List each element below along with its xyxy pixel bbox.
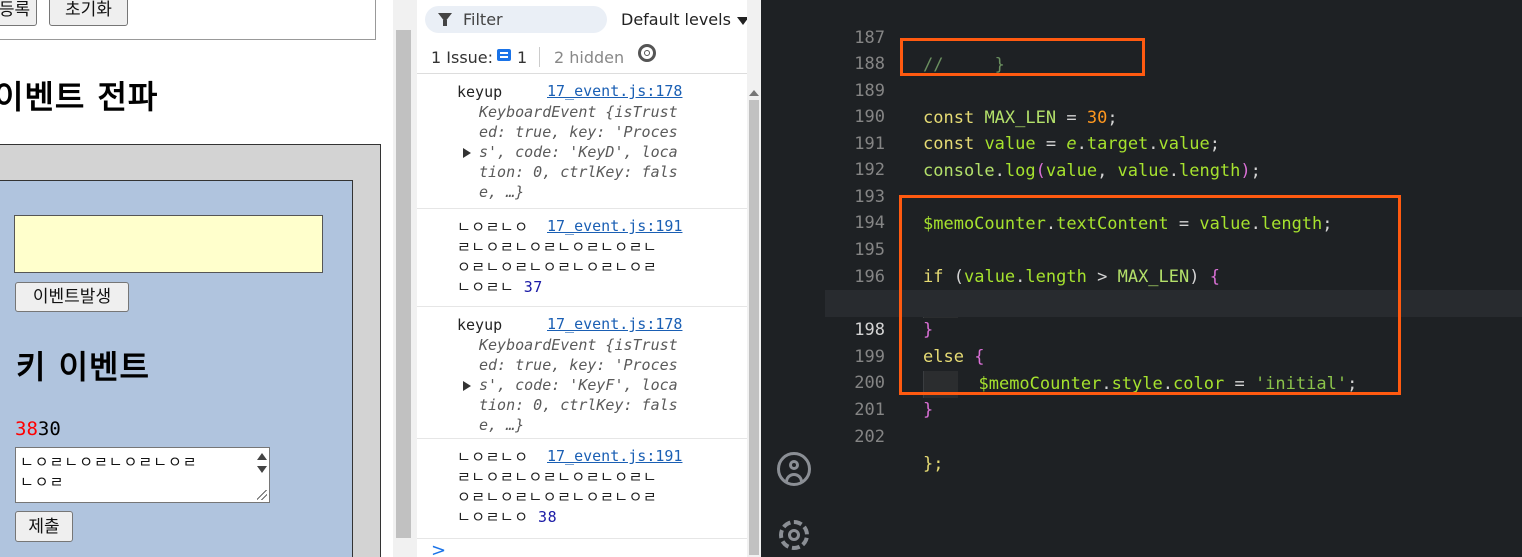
log-levels-label: Default levels (621, 10, 731, 29)
filter-placeholder: Filter (463, 10, 503, 29)
code-line[interactable]: 187 // } (825, 0, 1522, 75)
scroll-up-icon[interactable] (749, 90, 759, 96)
heading-key-event: 키 이벤트 (16, 348, 150, 386)
log-object-line: s', code: 'KeyF', loca (479, 376, 678, 394)
activity-bar (761, 0, 825, 557)
log-source-link[interactable]: 17_event.js:191 (547, 216, 682, 236)
issues-label: 1 Issue: (431, 48, 494, 67)
console-log-entry: ㄴㅇㄹㄴㅇ ㄹㄴㅇㄹㄴㅇㄹㄴㅇㄹㄴㅇㄹㄴ ㅇㄹㄴㅇㄹㄴㅇㄹㄴㅇㄹㄴㅇㄹ ㄴㅇㄹㄴ… (417, 209, 747, 307)
filter-icon (438, 13, 452, 26)
expand-triangle-icon[interactable] (463, 381, 471, 391)
heading-event-propagation: 이벤트 전파 (0, 78, 159, 116)
memo-textarea[interactable]: ㄴㅇㄹㄴㅇㄹㄴㅇㄹㄴㅇㄹ ㄴㅇㄹ (15, 447, 270, 503)
gear-icon[interactable] (638, 44, 656, 62)
log-object-line: tion: 0, ctrlKey: fals (479, 163, 678, 181)
log-object-line: KeyboardEvent {isTrust (479, 103, 678, 121)
code-line[interactable]: 190 const value = e.target.value; (825, 77, 1522, 154)
code-line[interactable]: 202 }; (825, 397, 1522, 474)
scroll-down-icon[interactable] (257, 466, 267, 473)
log-value-line: ㄴㅇㄹㄴ (457, 278, 515, 296)
console-log-entry: keyup 17_event.js:178 KeyboardEvent {isT… (417, 307, 747, 439)
code-line[interactable]: 193 $memoCounter.textContent = value.len… (825, 157, 1522, 234)
log-object-line: ed: true, key: 'Proces (479, 356, 678, 374)
log-source-link[interactable]: 17_event.js:178 (547, 314, 682, 334)
settings-gear-icon[interactable] (779, 520, 809, 550)
console-log-entry: ㄴㅇㄹㄴㅇ ㄹㄴㅇㄹㄴㅇㄹㄴㅇㄹㄴㅇㄹㄴ ㅇㄹㄴㅇㄹㄴㅇㄹㄴㅇㄹㄴㅇㄹ ㄴㅇㄹㄴ… (417, 439, 747, 539)
highlight-box-if-else (899, 195, 1401, 395)
log-value-line: ㄴㅇㄹㄴㅇ (457, 448, 529, 466)
log-event-type: keyup (457, 316, 503, 334)
account-icon[interactable] (777, 452, 811, 486)
code-line[interactable]: 191 console.log(value, value.length); (825, 104, 1522, 181)
devtools-console: Filter Default levels 1 Issue: 1 2 hidde… (417, 0, 747, 557)
memo-counter: 3830 (15, 418, 61, 440)
reset-button[interactable]: 초기화 (49, 0, 128, 26)
log-value-line: ㅇㄹㄴㅇㄹㄴㅇㄹㄴㅇㄹㄴㅇㄹ (457, 258, 658, 276)
browser-page: 등록 초기화 이벤트 전파 이벤트발생 키 이벤트 3830 ㄴㅇㄹㄴㅇㄹㄴㅇㄹ… (0, 0, 393, 557)
expand-triangle-icon[interactable] (463, 148, 471, 158)
resize-grip-icon[interactable] (257, 490, 267, 500)
log-length-value: 37 (523, 278, 543, 296)
console-prompt-icon[interactable]: > (431, 540, 446, 557)
log-object[interactable]: KeyboardEvent {isTrust ed: true, key: 'P… (479, 102, 704, 202)
memo-text: ㄴㅇㄹㄴㅇㄹㄴㅇㄹㄴㅇㄹ ㄴㅇㄹ (20, 453, 198, 491)
log-object-line: tion: 0, ctrlKey: fals (479, 396, 678, 414)
line-code: }; (923, 454, 944, 474)
log-event-type: keyup (457, 83, 503, 101)
trigger-event-button[interactable]: 이벤트발생 (15, 282, 129, 312)
log-object-line: KeyboardEvent {isTrust (479, 336, 678, 354)
page-scrollbar-thumb[interactable] (396, 30, 411, 538)
log-object-line: e, …} (479, 416, 525, 434)
log-object-line: e, …} (479, 183, 525, 201)
submit-button[interactable]: 제출 (15, 511, 73, 542)
divider (539, 47, 540, 67)
log-object-line: ed: true, key: 'Proces (479, 123, 678, 141)
issues-bar: 1 Issue: 1 2 hidden (417, 41, 747, 74)
log-object[interactable]: KeyboardEvent {isTrust ed: true, key: 'P… (479, 335, 704, 435)
log-length-value: 38 (538, 508, 558, 526)
console-scrollbar-thumb[interactable] (749, 100, 759, 555)
log-source-link[interactable]: 17_event.js:178 (547, 81, 682, 101)
log-value-line: ㅇㄹㄴㅇㄹㄴㅇㄹㄴㅇㄹㄴㅇㄹ (457, 488, 658, 506)
memo-counter-max: 30 (37, 418, 61, 440)
code-line[interactable]: 192 (825, 130, 1522, 180)
log-value-line: ㄹㄴㅇㄹㄴㅇㄹㄴㅇㄹㄴㅇㄹㄴ (457, 238, 658, 256)
hidden-count: 2 hidden (554, 48, 625, 67)
log-value-line: ㄴㅇㄹㄴㅇ (457, 508, 529, 526)
chevron-down-icon (736, 16, 747, 25)
page-scrollbar[interactable] (393, 0, 417, 557)
event-target-box[interactable] (14, 215, 323, 273)
issues-count[interactable]: 1 (517, 48, 527, 67)
log-value-line: ㄹㄴㅇㄹㄴㅇㄹㄴㅇㄹㄴㅇㄹㄴ (457, 468, 658, 486)
highlight-box-const (900, 38, 1145, 76)
register-button[interactable]: 등록 (0, 0, 37, 26)
line-number: 202 (854, 427, 885, 447)
log-source-link[interactable]: 17_event.js:191 (547, 446, 682, 466)
console-filter-input[interactable]: Filter (425, 6, 607, 33)
memo-counter-current: 38 (15, 418, 38, 440)
console-log-entry: keyup 17_event.js:178 KeyboardEvent {isT… (417, 74, 747, 209)
log-value-line: ㄴㅇㄹㄴㅇ (457, 218, 529, 236)
scroll-up-icon[interactable] (257, 453, 267, 460)
log-object-line: s', code: 'KeyD', loca (479, 143, 678, 161)
issue-message-icon[interactable] (497, 49, 511, 61)
code-editor: 187 // } 188 189 const MAX_LEN = 30; 190… (761, 0, 1522, 557)
log-levels-dropdown[interactable]: Default levels (621, 10, 747, 29)
console-scrollbar[interactable] (747, 0, 761, 557)
